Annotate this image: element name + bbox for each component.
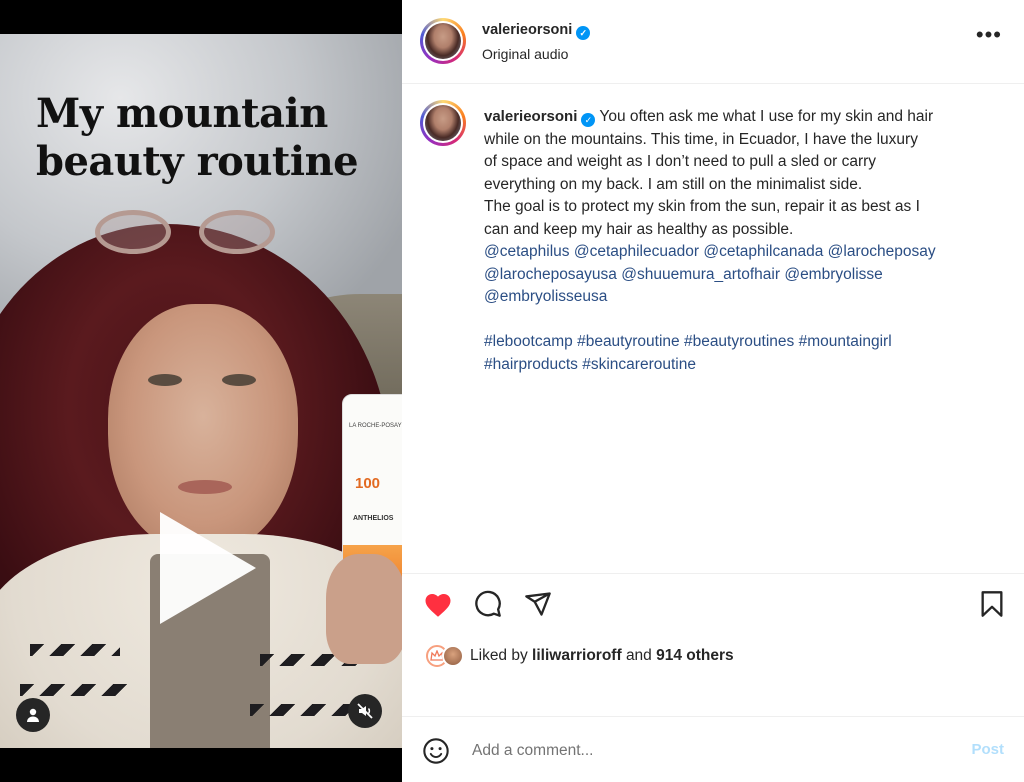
likes-text: Liked by liliwarrioroff and 914 others — [470, 647, 734, 665]
tube-brand: LA ROCHE-POSAY — [349, 423, 402, 429]
left-eye — [148, 374, 182, 386]
caption-text: You often ask me what I use for my skin … — [599, 108, 934, 125]
tube-name: ANTHELIOS — [353, 515, 394, 522]
mention-link[interactable]: @larocheposay — [828, 243, 936, 260]
video-overlay-title: My mountain beauty routine — [36, 90, 396, 186]
post-sidebar: valerieorsoni ✓ Original audio ••• valeri… — [402, 0, 1024, 782]
caption-section: valerieorsoni ✓ You often ask me what I u… — [402, 84, 1024, 574]
likes-count[interactable]: 914 others — [656, 647, 734, 664]
post-header: valerieorsoni ✓ Original audio ••• — [402, 0, 1024, 84]
avatar[interactable] — [420, 18, 466, 64]
hand — [326, 554, 402, 664]
user-icon — [27, 708, 39, 722]
overlay-line: beauty routine — [36, 138, 359, 185]
heart-filled-icon — [425, 594, 451, 617]
liker-username[interactable]: liliwarrioroff — [532, 647, 622, 664]
audio-muted-icon — [357, 703, 373, 719]
emoji-icon[interactable] — [422, 737, 450, 765]
sunglasses — [95, 204, 285, 264]
paper-plane-icon — [525, 592, 551, 616]
share-button[interactable] — [522, 588, 554, 620]
caption-text: can and keep my hair as healthy as possi… — [484, 220, 794, 238]
avatar[interactable] — [420, 100, 466, 146]
liker-avatar — [442, 645, 464, 667]
mention-link[interactable]: @larocheposayusa — [484, 266, 617, 283]
likes-prefix: Liked by — [470, 647, 528, 664]
caption-username[interactable]: valerieorsoni — [484, 108, 577, 125]
caption-text: while on the mountains. This time, in Ec… — [484, 130, 918, 148]
caption-text: of space and weight as I don’t need to p… — [484, 153, 877, 170]
hashtag-link[interactable]: #beautyroutine — [577, 333, 680, 350]
verified-badge-icon: ✓ — [581, 113, 596, 127]
hashtag-link[interactable]: #mountaingirl — [799, 333, 892, 350]
post-dialog: LA ROCHE-POSAY 100 ANTHELIOS My mountain… — [0, 0, 1024, 782]
verified-badge-icon: ✓ — [576, 26, 591, 40]
post-author[interactable]: valerieorsoni ✓ — [482, 22, 591, 40]
mention-link[interactable]: @embryolisse — [784, 266, 882, 283]
original-audio-link[interactable]: Original audio — [482, 46, 568, 62]
mute-button[interactable] — [348, 694, 382, 728]
mention-link[interactable]: @embryolisseusa — [484, 288, 607, 305]
jacket-pattern — [30, 644, 120, 656]
post-comment-button[interactable]: Post — [971, 741, 1004, 758]
post-caption: valerieorsoni ✓ You often ask me what I u… — [484, 106, 994, 376]
lips — [178, 480, 232, 494]
hashtag-link[interactable]: #skincareroutine — [582, 356, 696, 373]
caption-text: The goal is to protect my skin from the … — [484, 198, 920, 215]
more-options-icon[interactable]: ••• — [976, 24, 1002, 46]
tagged-users-button[interactable] — [16, 698, 50, 732]
comment-icon — [475, 590, 501, 617]
jacket-pattern — [250, 704, 360, 716]
post-media[interactable]: LA ROCHE-POSAY 100 ANTHELIOS My mountain… — [0, 0, 402, 782]
comment-input[interactable] — [472, 739, 912, 763]
like-button[interactable] — [422, 588, 454, 620]
save-button[interactable] — [976, 588, 1008, 620]
hashtag-link[interactable]: #lebootcamp — [484, 333, 573, 350]
likes-conj: and — [625, 647, 652, 664]
hashtag-link[interactable]: #hairproducts — [484, 356, 578, 373]
comment-bar: Post — [402, 716, 1024, 782]
overlay-line: My mountain — [36, 90, 328, 137]
mention-link[interactable]: @cetaphilecuador — [574, 243, 699, 260]
comment-button[interactable] — [472, 588, 504, 620]
caption-text: everything on my back. I am still on the… — [484, 175, 863, 193]
hashtag-link[interactable]: #beautyroutines — [684, 333, 794, 350]
mention-link[interactable]: @cetaphilus — [484, 243, 570, 260]
play-icon[interactable] — [160, 512, 256, 624]
author-username[interactable]: valerieorsoni — [482, 22, 572, 38]
right-eye — [222, 374, 256, 386]
mention-link[interactable]: @shuuemura_artofhair — [621, 266, 780, 283]
mention-link[interactable]: @cetaphilcanada — [703, 243, 823, 260]
tube-number: 100 — [355, 475, 381, 492]
jacket-pattern — [20, 684, 130, 696]
action-bar — [402, 584, 1024, 628]
bookmark-icon — [981, 591, 1003, 617]
likes-summary[interactable]: Liked by liliwarrioroff and 914 others — [426, 640, 734, 672]
